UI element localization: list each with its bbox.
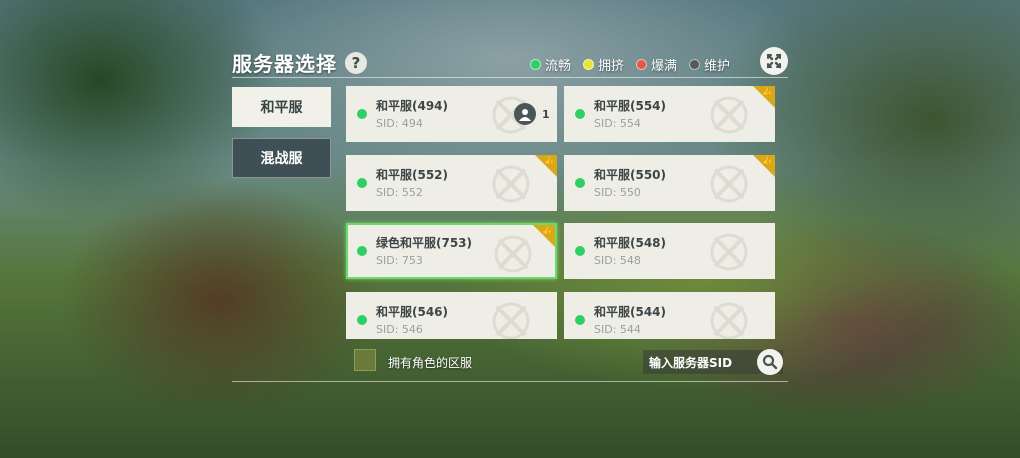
legend-item-smooth: 流畅 xyxy=(530,55,571,74)
server-name: 和平服(550) xyxy=(594,168,667,182)
server-sid: SID: 753 xyxy=(376,254,423,267)
header-divider xyxy=(232,77,788,78)
server-sid: SID: 548 xyxy=(594,254,641,267)
server-card[interactable]: 和平服(548) SID: 548 xyxy=(564,223,775,279)
status-dot-icon xyxy=(357,178,367,188)
has-character-checkbox[interactable] xyxy=(354,349,376,371)
status-dot-icon xyxy=(357,315,367,325)
emblem-watermark-icon xyxy=(710,302,748,339)
server-name: 和平服(548) xyxy=(594,236,667,250)
close-icon xyxy=(766,53,782,69)
search-button[interactable] xyxy=(757,349,783,375)
emblem-watermark-icon xyxy=(710,233,748,271)
thumbs-up-icon: 👍 xyxy=(762,87,772,96)
status-dot-icon xyxy=(575,315,585,325)
server-sid: SID: 544 xyxy=(594,323,641,336)
status-dot-icon xyxy=(357,246,367,256)
legend-label: 流畅 xyxy=(545,59,572,74)
server-sid: SID: 550 xyxy=(594,186,641,199)
server-sid: SID: 554 xyxy=(594,117,641,130)
server-name: 和平服(552) xyxy=(376,168,449,182)
server-name: 和平服(544) xyxy=(594,305,667,319)
tab-melee-server[interactable]: 混战服 xyxy=(232,138,331,178)
server-card[interactable]: 和平服(550) SID: 550 👍 xyxy=(564,155,775,211)
status-dot-icon xyxy=(636,59,648,70)
header: 服务器选择 ? xyxy=(232,48,367,77)
close-button[interactable] xyxy=(760,47,788,75)
server-card[interactable]: 和平服(544) SID: 544 xyxy=(564,292,775,339)
server-card[interactable]: 和平服(554) SID: 554 👍 xyxy=(564,86,775,142)
server-card-selected[interactable]: 绿色和平服(753) SID: 753 👍 xyxy=(346,223,557,279)
legend-item-crowded: 拥挤 xyxy=(583,55,624,74)
status-dot-icon xyxy=(357,109,367,119)
character-count-badge: 1 xyxy=(514,103,550,125)
server-sid: SID: 552 xyxy=(376,186,423,199)
emblem-watermark-icon xyxy=(710,96,748,134)
user-avatar-icon xyxy=(514,103,536,125)
status-dot-icon xyxy=(689,59,701,70)
server-card[interactable]: 和平服(494) SID: 494 1 xyxy=(346,86,557,142)
server-sid: SID: 546 xyxy=(376,323,423,336)
server-name: 绿色和平服(753) xyxy=(376,236,473,250)
legend-item-full: 爆满 xyxy=(636,55,677,74)
tab-peace-server[interactable]: 和平服 xyxy=(232,87,331,127)
thumbs-up-icon: 👍 xyxy=(542,226,552,235)
status-dot-icon xyxy=(530,59,541,70)
server-name: 和平服(554) xyxy=(594,99,667,113)
character-count: 1 xyxy=(542,107,550,121)
emblem-watermark-icon xyxy=(710,165,748,203)
has-character-label: 拥有角色的区服 xyxy=(388,356,473,370)
thumbs-up-icon: 👍 xyxy=(544,156,554,165)
server-name: 和平服(494) xyxy=(376,99,449,113)
server-search: 输入服务器SID xyxy=(643,349,783,375)
emblem-watermark-icon xyxy=(492,165,530,203)
legend-item-maintenance: 维护 xyxy=(689,55,730,74)
thumbs-up-icon: 👍 xyxy=(762,156,772,165)
status-dot-icon xyxy=(575,109,585,119)
footer-divider xyxy=(232,381,788,382)
server-card[interactable]: 和平服(546) SID: 546 xyxy=(346,292,557,339)
emblem-watermark-icon xyxy=(492,302,530,339)
help-button[interactable]: ? xyxy=(345,51,367,74)
status-dot-icon xyxy=(575,246,585,256)
status-legend: 流畅 拥挤 爆满 维护 xyxy=(530,55,730,74)
server-name: 和平服(546) xyxy=(376,305,449,319)
page-title: 服务器选择 xyxy=(232,52,337,76)
emblem-watermark-icon xyxy=(494,235,532,273)
legend-label: 爆满 xyxy=(651,59,678,74)
search-icon xyxy=(762,354,778,370)
status-dot-icon xyxy=(575,178,585,188)
legend-label: 维护 xyxy=(704,59,731,74)
legend-label: 拥挤 xyxy=(598,59,625,74)
server-card[interactable]: 和平服(552) SID: 552 👍 xyxy=(346,155,557,211)
status-dot-icon xyxy=(583,59,595,70)
server-sid: SID: 494 xyxy=(376,117,423,130)
